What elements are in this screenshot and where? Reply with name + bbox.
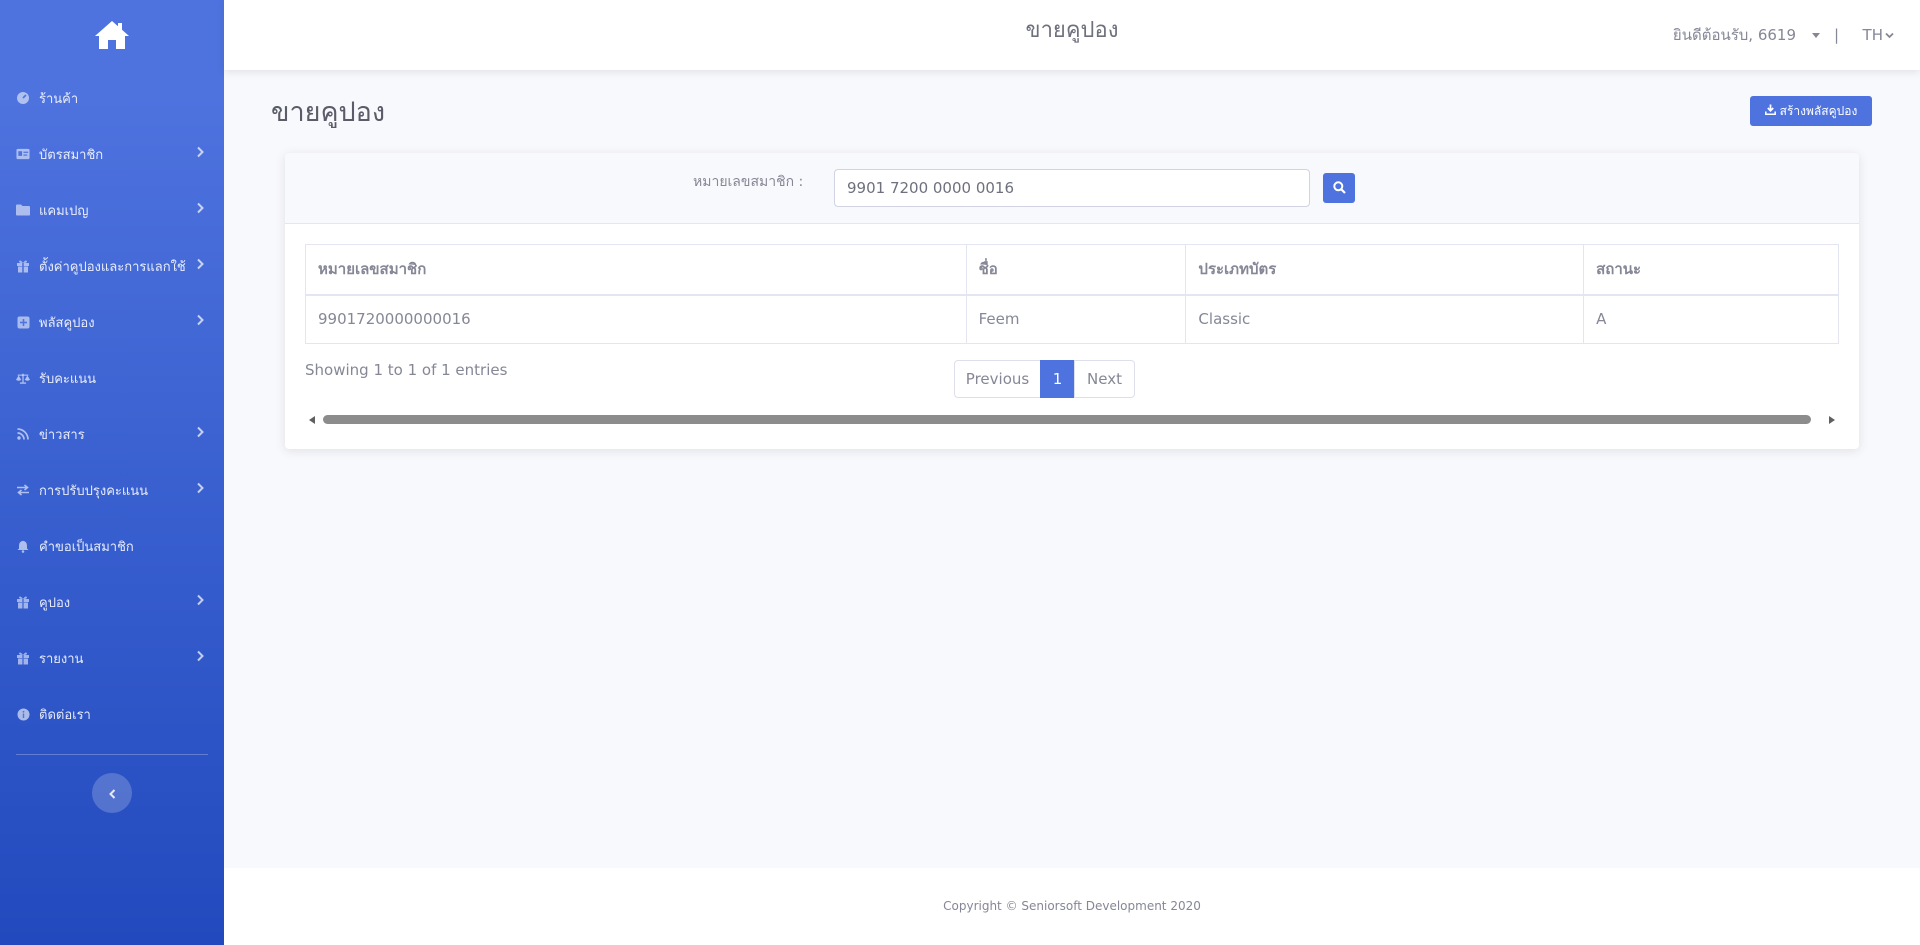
chevron-right-icon bbox=[197, 202, 204, 218]
scroll-right-icon[interactable] bbox=[1829, 416, 1835, 424]
sidebar-item-member-card[interactable]: บัตรสมาชิก bbox=[0, 126, 224, 182]
sidebar-item-store[interactable]: ร้านค้า bbox=[0, 70, 224, 126]
column-header-member-number[interactable]: หมายเลขสมาชิก bbox=[305, 244, 967, 296]
column-header-card-type[interactable]: ประเภทบัตร bbox=[1185, 244, 1585, 296]
cell-member-number: 9901720000000016 bbox=[305, 294, 967, 344]
user-dropdown[interactable]: ยินดีต้อนรับ, 6619 bbox=[1673, 0, 1820, 70]
sidebar-nav: ร้านค้า บัตรสมาชิก แคมเปญ ตั้งค่าคูปองแล… bbox=[0, 70, 224, 742]
home-icon bbox=[95, 21, 129, 49]
exchange-icon bbox=[16, 483, 30, 497]
sidebar-item-report[interactable]: รายงาน bbox=[0, 630, 224, 686]
sidebar-item-label: ติดต่อเรา bbox=[39, 707, 91, 723]
topbar: ขายคูปอง ยินดีต้อนรับ, 6619 | TH bbox=[224, 0, 1920, 70]
pagination-previous[interactable]: Previous bbox=[954, 360, 1041, 398]
sidebar-item-points-adjustment[interactable]: การปรับปรุงคะแนน bbox=[0, 462, 224, 518]
column-header-status[interactable]: สถานะ bbox=[1583, 244, 1839, 296]
sidebar-item-label: บัตรสมาชิก bbox=[39, 147, 104, 163]
bell-icon bbox=[16, 539, 30, 553]
pagination-next[interactable]: Next bbox=[1074, 360, 1135, 398]
sidebar-item-coupon-settings[interactable]: ตั้งค่าคูปองและการแลกใช้ bbox=[0, 238, 224, 294]
chevron-right-icon bbox=[197, 258, 204, 274]
scrollbar-thumb[interactable] bbox=[323, 415, 1811, 424]
sidebar-item-label: รายงาน bbox=[39, 651, 84, 667]
scroll-left-icon[interactable] bbox=[309, 416, 315, 424]
chevron-left-icon bbox=[108, 784, 116, 803]
balance-scale-icon bbox=[16, 371, 30, 385]
sidebar-item-label: การปรับปรุงคะแนน bbox=[39, 483, 149, 499]
sidebar: ร้านค้า บัตรสมาชิก แคมเปญ ตั้งค่าคูปองแล… bbox=[0, 0, 224, 945]
sidebar-item-membership-requests[interactable]: คำขอเป็นสมาชิก bbox=[0, 518, 224, 574]
card-header: หมายเลขสมาชิก : bbox=[285, 153, 1859, 224]
chevron-right-icon bbox=[197, 314, 204, 330]
sidebar-item-news[interactable]: ข่าวสาร bbox=[0, 406, 224, 462]
welcome-text: ยินดีต้อนรับ, 6619 bbox=[1672, 26, 1796, 44]
sidebar-item-coupon[interactable]: คูปอง bbox=[0, 574, 224, 630]
copyright-text: Copyright © Seniorsoft Development 2020 bbox=[943, 899, 1201, 913]
sidebar-item-label: พลัสคูปอง bbox=[39, 315, 95, 331]
plus-square-icon bbox=[16, 315, 30, 329]
pagination-page-1[interactable]: 1 bbox=[1040, 360, 1075, 398]
search-button[interactable] bbox=[1323, 173, 1355, 203]
footer: Copyright © Seniorsoft Development 2020 bbox=[224, 868, 1920, 945]
page-title: ขายคูปอง bbox=[271, 97, 386, 128]
gift-icon bbox=[16, 595, 30, 609]
rss-icon bbox=[16, 427, 30, 441]
chevron-right-icon bbox=[197, 146, 204, 162]
create-button-label: สร้างพลัสคูปอง bbox=[1779, 103, 1858, 118]
chevron-right-icon bbox=[197, 594, 204, 610]
gift-icon bbox=[16, 259, 30, 273]
brand-home[interactable] bbox=[0, 0, 224, 70]
members-table: หมายเลขสมาชิก ชื่อ ประเภทบัตร สถานะ 9901… bbox=[305, 244, 1839, 344]
cell-status: A bbox=[1583, 294, 1839, 344]
sidebar-item-campaign[interactable]: แคมเปญ bbox=[0, 182, 224, 238]
sidebar-item-plus-coupon[interactable]: พลัสคูปอง bbox=[0, 294, 224, 350]
chevron-down-icon bbox=[1885, 32, 1894, 39]
topbar-separator: | bbox=[1833, 26, 1839, 44]
caret-down-icon bbox=[1812, 32, 1820, 38]
sidebar-item-contact[interactable]: ติดต่อเรา bbox=[0, 686, 224, 742]
member-number-input[interactable] bbox=[834, 169, 1310, 207]
topbar-title: ขายคูปอง bbox=[1025, 18, 1119, 43]
id-card-icon bbox=[16, 147, 30, 161]
language-dropdown[interactable]: TH bbox=[1863, 0, 1894, 70]
chevron-right-icon bbox=[197, 650, 204, 666]
sidebar-item-label: รับคะแนน bbox=[39, 371, 97, 387]
table-row[interactable]: 9901720000000016 Feem Classic A bbox=[305, 294, 1839, 344]
table-header-row: หมายเลขสมาชิก ชื่อ ประเภทบัตร สถานะ bbox=[305, 244, 1839, 296]
column-header-name[interactable]: ชื่อ bbox=[965, 244, 1187, 296]
info-circle-icon bbox=[16, 707, 30, 721]
gauge-icon bbox=[16, 91, 30, 105]
download-icon bbox=[1764, 104, 1776, 118]
member-number-label: หมายเลขสมาชิก : bbox=[693, 174, 804, 190]
sidebar-divider bbox=[16, 754, 208, 755]
sidebar-item-label: ข่าวสาร bbox=[39, 427, 85, 443]
sidebar-item-receive-points[interactable]: รับคะแนน bbox=[0, 350, 224, 406]
cell-name: Feem bbox=[965, 294, 1187, 344]
folder-icon bbox=[16, 203, 30, 217]
sidebar-toggle-button[interactable] bbox=[92, 773, 132, 813]
cell-card-type: Classic bbox=[1185, 294, 1585, 344]
horizontal-scrollbar[interactable] bbox=[305, 413, 1839, 427]
sidebar-item-label: ตั้งค่าคูปองและการแลกใช้ bbox=[39, 259, 186, 275]
member-search-card: หมายเลขสมาชิก : หมายเลขสมาชิก ชื่อ ประเภ… bbox=[285, 153, 1859, 449]
pagination: Previous 1 Next bbox=[954, 360, 1135, 398]
language-label: TH bbox=[1862, 26, 1883, 44]
search-icon bbox=[1332, 179, 1346, 198]
create-plus-coupon-button[interactable]: สร้างพลัสคูปอง bbox=[1750, 96, 1872, 126]
sidebar-item-label: คูปอง bbox=[39, 595, 71, 611]
sidebar-item-label: แคมเปญ bbox=[39, 203, 89, 219]
sidebar-item-label: ร้านค้า bbox=[39, 91, 79, 107]
table-info: Showing 1 to 1 of 1 entries bbox=[305, 361, 508, 379]
chevron-right-icon bbox=[197, 426, 204, 442]
gift-icon bbox=[16, 651, 30, 665]
sidebar-item-label: คำขอเป็นสมาชิก bbox=[39, 539, 134, 555]
chevron-right-icon bbox=[197, 482, 204, 498]
